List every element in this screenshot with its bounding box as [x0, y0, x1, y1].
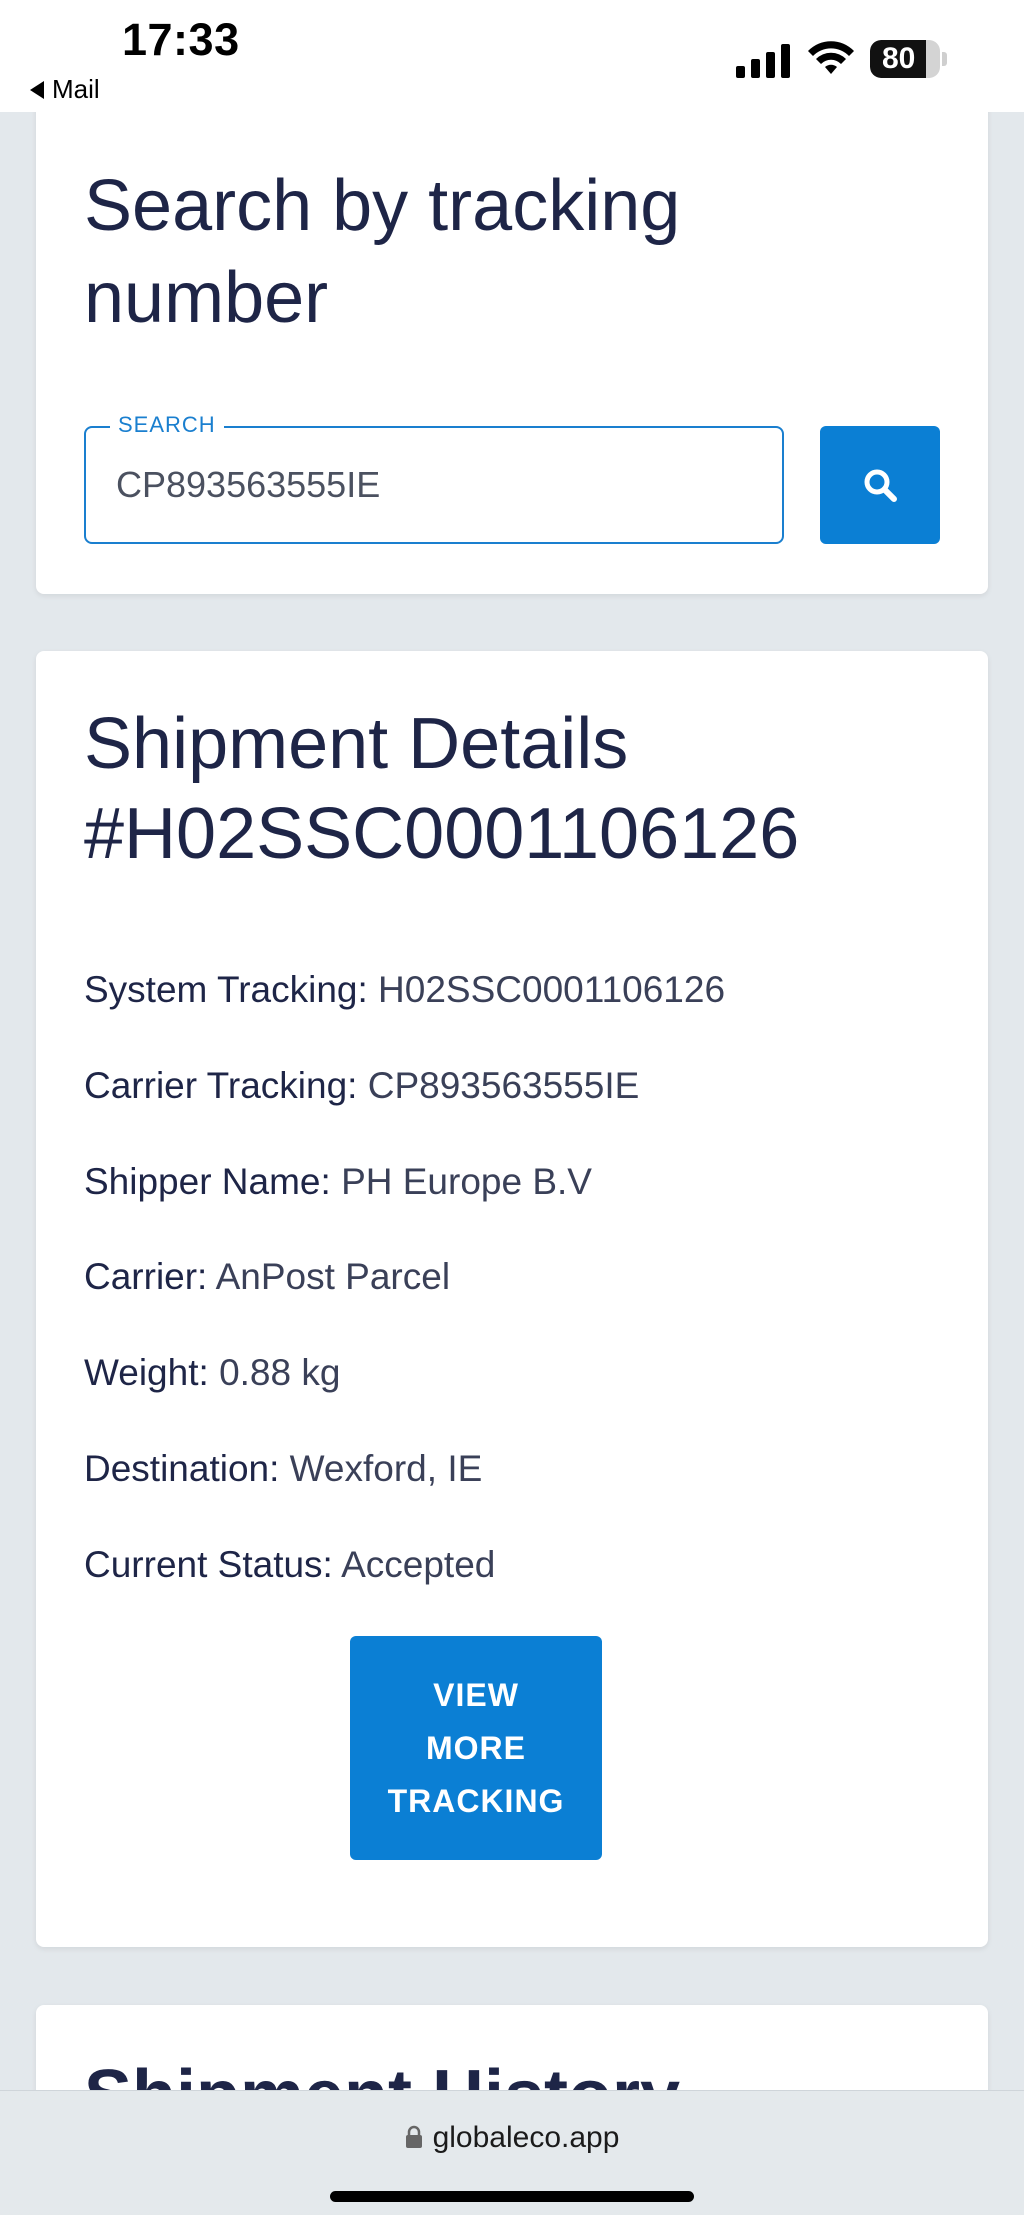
current-status-row: Current Status: Accepted: [84, 1544, 495, 1586]
detail-label: Shipper Name:: [84, 1161, 331, 1202]
button-line: VIEW: [433, 1676, 519, 1713]
url-text: globaleco.app: [432, 2121, 620, 2154]
wifi-icon: [808, 41, 854, 74]
shipper-name-row: Shipper Name: PH Europe B.V: [84, 1161, 592, 1203]
lock-icon: [405, 2125, 422, 2148]
view-more-tracking-button[interactable]: VIEW MORE TRACKING: [350, 1636, 602, 1860]
url-display[interactable]: globaleco.app: [0, 2121, 1024, 2155]
system-tracking-row: System Tracking: H02SSC0001106126: [84, 969, 725, 1011]
detail-label: Weight:: [84, 1352, 209, 1393]
search-input[interactable]: [116, 428, 736, 542]
browser-address-bar[interactable]: globaleco.app: [0, 2090, 1024, 2215]
detail-value: PH Europe B.V: [341, 1161, 592, 1202]
button-line: MORE: [426, 1729, 526, 1766]
carrier-tracking-row: Carrier Tracking: CP893563555IE: [84, 1065, 639, 1107]
detail-label: System Tracking:: [84, 969, 368, 1010]
detail-value: AnPost Parcel: [215, 1256, 451, 1297]
home-indicator: [330, 2191, 694, 2202]
carrier-row: Carrier: AnPost Parcel: [84, 1256, 450, 1298]
shipment-details-title: Shipment Details #H02SSC0001106126: [84, 704, 800, 874]
search-field[interactable]: SEARCH: [84, 412, 784, 544]
detail-value: CP893563555IE: [367, 1065, 640, 1106]
cellular-signal-icon: [736, 44, 790, 78]
button-line: TRACKING: [387, 1782, 565, 1819]
weight-row: Weight: 0.88 kg: [84, 1352, 340, 1394]
status-time: 17:33: [122, 14, 240, 65]
detail-label: Carrier Tracking:: [84, 1065, 358, 1106]
destination-row: Destination: Wexford, IE: [84, 1448, 482, 1490]
back-to-mail-button[interactable]: Mail: [30, 74, 100, 105]
detail-label: Carrier:: [84, 1256, 208, 1297]
detail-value: H02SSC0001106126: [378, 969, 726, 1010]
search-icon: [864, 469, 897, 502]
back-arrow-icon: [30, 80, 44, 99]
status-bar: 17:33 Mail 80: [0, 0, 1024, 112]
status-value: Accepted: [341, 1544, 496, 1585]
search-button[interactable]: [820, 426, 940, 544]
battery-icon: 80: [870, 40, 947, 78]
detail-value: Wexford, IE: [289, 1448, 483, 1489]
search-title: Search by tracking number: [84, 166, 681, 338]
back-app-label: Mail: [52, 74, 100, 104]
search-card: Search by tracking number SEARCH: [36, 100, 988, 594]
detail-label: Current Status:: [84, 1544, 333, 1585]
battery-level-text: 80: [882, 42, 916, 75]
detail-label: Destination:: [84, 1448, 280, 1489]
detail-value: 0.88 kg: [219, 1352, 341, 1393]
